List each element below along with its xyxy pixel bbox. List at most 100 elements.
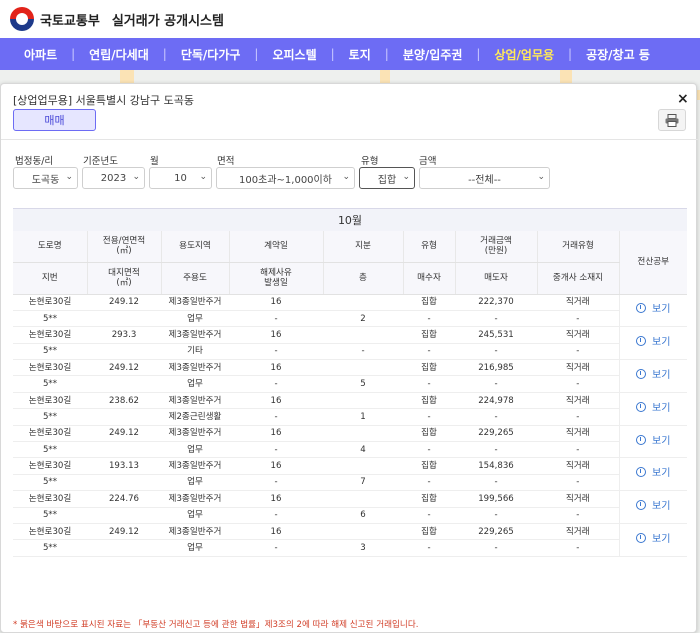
filter-dong-value: 도곡동 [31,174,60,186]
column-header: 지번 [13,262,88,295]
cell-buyer: - [403,474,455,492]
cell-buyer: - [403,507,455,524]
info-icon [636,401,647,412]
cell-land [87,539,161,557]
cell-floor: 7 [323,474,403,492]
print-button[interactable] [658,109,686,131]
column-header: 대지면적 (㎡) [87,262,162,295]
cell-lot: 5** [13,507,87,524]
view-button[interactable]: 보기 [618,490,687,524]
cell-lot: 5** [13,375,87,393]
column-header: 도로명 [13,231,88,263]
column-header: 중개사 소재지 [537,262,620,295]
view-button[interactable]: 보기 [618,326,687,361]
filter-price-value: --전체-- [468,174,501,186]
cell-zone: 제3종일반주거 [161,523,229,541]
nav-item[interactable]: 오피스텔 [272,46,316,63]
view-button[interactable]: 보기 [618,523,687,557]
table-row: 5** 업무 -6- - - [13,507,687,524]
chevron-down-icon: ⌄ [199,172,207,182]
cell-buyer: - [403,441,455,459]
cell-use: 업무 [161,474,229,492]
view-button[interactable]: 보기 [618,457,687,492]
nav-item[interactable]: 단독/다가구 [181,46,241,63]
cell-date: 16 [229,490,323,508]
tab-sale[interactable]: 매매 [13,109,96,131]
view-label: 보기 [652,501,671,513]
cell-agent: - [537,310,619,328]
ministry-name[interactable]: 국토교통부 [40,10,100,29]
table-row: 5** 업무 -5- - - [13,375,687,393]
cell-buyer: - [403,375,455,393]
cell-cancel: - [229,408,323,426]
view-button[interactable]: 보기 [618,294,687,328]
column-header: 매도자 [455,262,538,295]
cell-zone: 제3종일반주거 [161,294,229,311]
cell-road: 논현로30길 [13,425,87,443]
nav-item[interactable]: 상업/업무용 [494,46,554,63]
cell-zone: 제3종일반주거 [161,457,229,475]
view-button[interactable]: 보기 [618,392,687,426]
cell-area: 249.12 [87,359,161,377]
cell-deal: 직거래 [537,490,619,508]
cell-lot: 5** [13,441,87,459]
filter-type-label: 유형 [361,156,379,167]
government-logo-icon[interactable] [10,7,34,31]
chevron-down-icon: ⌄ [65,172,73,182]
month-caption: 10월 [13,208,687,231]
filter-month-select[interactable]: 10 ⌄ [149,167,212,189]
nav-item[interactable]: 공장/창고 등 [586,46,650,63]
cell-share [323,490,403,508]
nav-item[interactable]: 연립/다세대 [89,46,149,63]
nav-separator: | [384,47,389,61]
close-button[interactable]: × [677,92,689,106]
nav-item[interactable]: 아파트 [24,46,57,63]
column-header: 거래유형 [537,231,620,263]
cell-use: 제2종근린생활 [161,408,229,426]
system-name[interactable]: 실거래가 공개시스템 [112,10,224,29]
nav-separator: | [330,47,335,61]
cell-zone: 제3종일반주거 [161,490,229,508]
column-header: 전산공부 [619,231,687,295]
cell-lot: 5** [13,310,87,328]
filter-price-select[interactable]: --전체-- ⌄ [419,167,550,189]
cell-date: 16 [229,457,323,475]
cell-date: 16 [229,523,323,541]
cell-area: 224.76 [87,490,161,508]
cell-type: 집합 [403,523,455,541]
filter-year-select[interactable]: 2023 ⌄ [82,167,145,189]
nav-separator: | [254,47,259,61]
nav-item[interactable]: 토지 [349,46,371,63]
info-icon [636,434,647,445]
cell-deal: 직거래 [537,326,619,344]
cell-share [323,523,403,541]
view-label: 보기 [652,304,671,316]
cell-lot: 5** [13,539,87,557]
view-label: 보기 [652,402,671,414]
filter-dong-select[interactable]: 도곡동 ⌄ [13,167,78,189]
table-row: 논현로30길 238.62 제3종일반주거 16 집합 224,978 직거래 보기 [13,392,687,426]
chevron-down-icon: ⌄ [402,172,410,182]
nav-separator: | [568,47,573,61]
column-header: 주용도 [161,262,230,295]
table-row: 논현로30길 224.76 제3종일반주거 16 집합 199,566 직거래 보기 [13,490,687,524]
filter-type-select[interactable]: 집합 ⌄ [359,167,415,189]
cell-use: 업무 [161,441,229,459]
nav-item[interactable]: 분양/입주권 [403,46,463,63]
view-label: 보기 [652,533,671,545]
cell-buyer: - [403,343,455,361]
cell-use: 업무 [161,507,229,524]
cell-cancel: - [229,539,323,557]
view-button[interactable]: 보기 [618,359,687,393]
cell-deal: 직거래 [537,359,619,377]
cell-share [323,457,403,475]
cell-land [87,474,161,492]
cell-cancel: - [229,441,323,459]
cell-land [87,375,161,393]
filter-area-select[interactable]: 100초과~1,000이하 ⌄ [216,167,355,189]
cell-land [87,343,161,361]
cell-type: 집합 [403,425,455,443]
view-button[interactable]: 보기 [618,425,687,459]
cell-agent: - [537,343,619,361]
transaction-modal: [상업업무용] 서울특별시 강남구 도곡동 × 매매 법정동/리 기준년도 월 … [0,83,698,633]
